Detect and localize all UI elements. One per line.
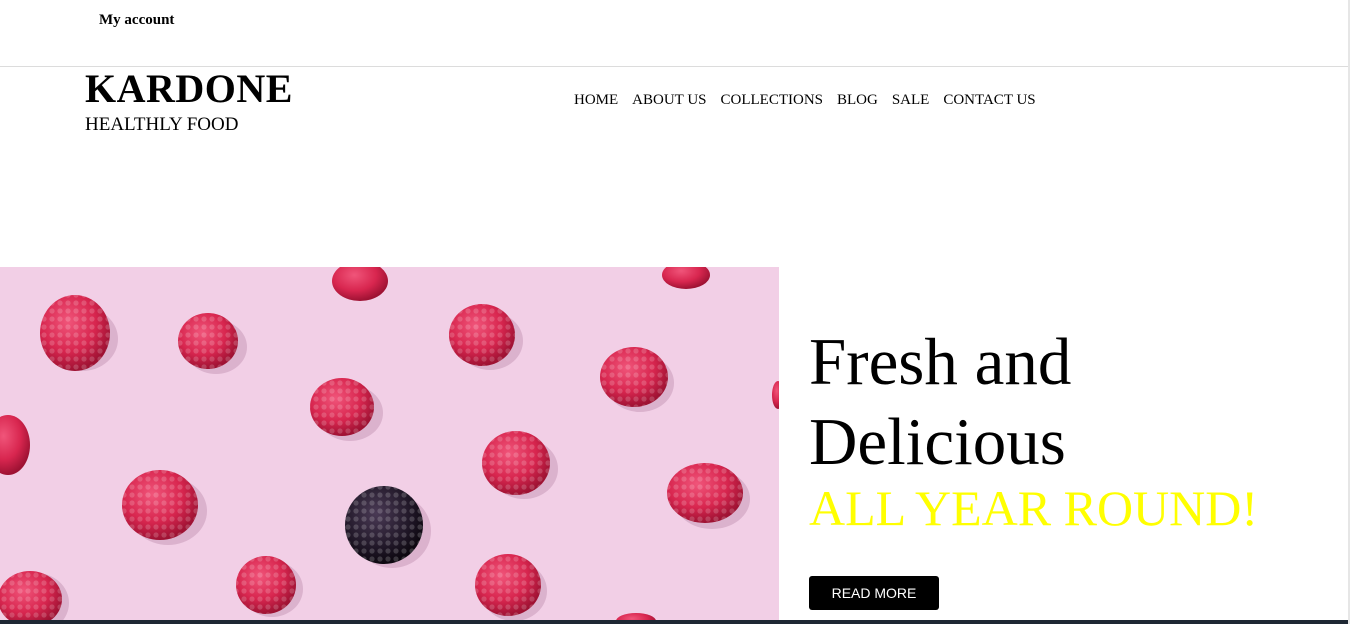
nav-item-collections[interactable]: COLLECTIONS (721, 91, 824, 109)
bottom-edge-strip (0, 620, 1350, 624)
hero-title-line-1: Fresh and (809, 325, 1072, 399)
main-navigation: HOME ABOUT US COLLECTIONS BLOG SALE CONT… (574, 91, 1036, 109)
berries-illustration (0, 267, 779, 624)
hero-tagline: ALL YEAR ROUND! (809, 480, 1259, 536)
hero-title-line-2: Delicious (809, 405, 1066, 479)
my-account-link[interactable]: My account (99, 12, 174, 29)
hero-berries-image (0, 267, 779, 624)
nav-item-sale[interactable]: SALE (892, 91, 930, 109)
site-logo-title[interactable]: KARDONE (85, 67, 293, 111)
top-utility-bar: My account (0, 0, 1350, 67)
hero-title: Fresh and Delicious (809, 322, 1329, 482)
nav-item-contact-us[interactable]: CONTACT US (943, 91, 1035, 109)
nav-item-about-us[interactable]: ABOUT US (632, 91, 706, 109)
nav-item-home[interactable]: HOME (574, 91, 618, 109)
nav-item-blog[interactable]: BLOG (837, 91, 878, 109)
read-more-button[interactable]: READ MORE (809, 576, 939, 610)
site-tagline: HEALTHLY FOOD (85, 114, 239, 135)
